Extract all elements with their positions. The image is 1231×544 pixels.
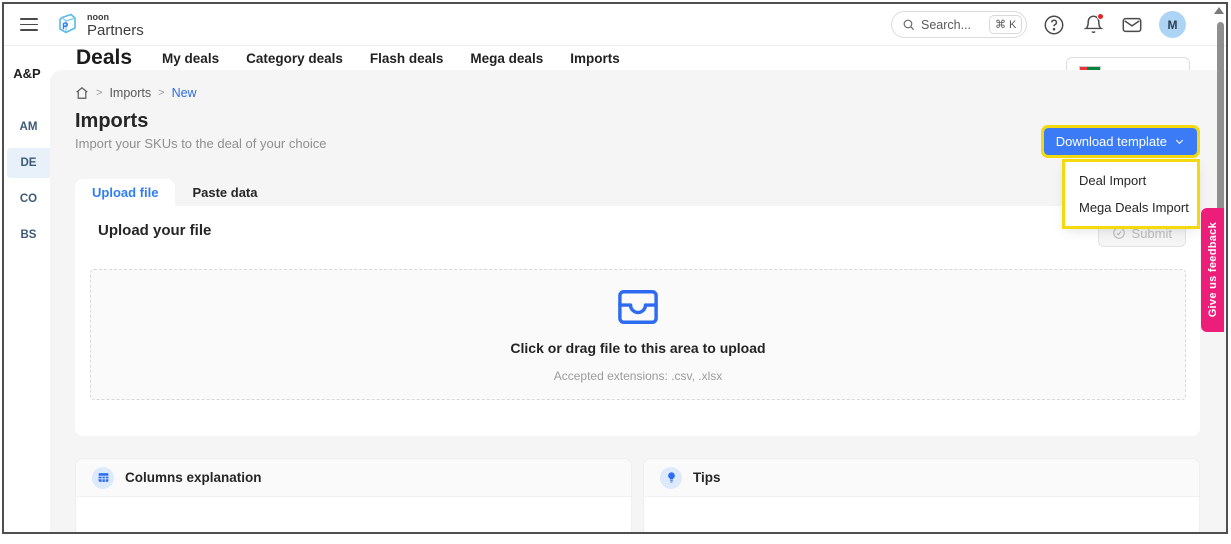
check-circle-icon [1112, 226, 1126, 240]
tab-paste-data[interactable]: Paste data [175, 179, 274, 206]
nav-link-flash-deals[interactable]: Flash deals [370, 51, 444, 66]
download-template-button[interactable]: Download template [1044, 128, 1197, 155]
noon-partners-logo[interactable]: noon Partners [54, 11, 144, 38]
inbox-icon [615, 287, 661, 327]
upload-panel: Upload your file Submit [75, 206, 1200, 436]
nav-link-my-deals[interactable]: My deals [162, 51, 219, 66]
breadcrumb-imports[interactable]: Imports [109, 86, 151, 100]
tab-upload-file[interactable]: Upload file [75, 179, 175, 206]
card-title: Columns explanation [125, 470, 262, 485]
sidebar-item-de[interactable]: DE [7, 148, 50, 178]
bulb-icon [660, 467, 682, 489]
panel-heading: Upload your file [98, 222, 1186, 239]
section-title: Deals [76, 46, 132, 70]
card-header[interactable]: Tips [644, 459, 1199, 497]
download-template-menu: Deal Import Mega Deals Import [1065, 162, 1197, 226]
scrollbar-up-arrow[interactable] [1214, 7, 1224, 14]
search-box[interactable]: ⌘ K [891, 11, 1027, 38]
hamburger-menu-icon[interactable] [20, 18, 38, 30]
notifications-bell-icon[interactable] [1081, 13, 1105, 37]
search-input[interactable] [921, 18, 983, 32]
table-icon [92, 467, 114, 489]
dropzone-hint: Accepted extensions: .csv, .xlsx [554, 369, 723, 383]
nav-link-mega-deals[interactable]: Mega deals [470, 51, 543, 66]
search-icon [902, 18, 915, 31]
app-window: noon Partners ⌘ K [2, 2, 1228, 534]
sidebar-item-am[interactable]: AM [7, 112, 50, 142]
imports-page: > Imports > New Imports Import your SKUs… [50, 70, 1226, 534]
breadcrumb-new: New [172, 86, 197, 100]
user-avatar[interactable]: M [1159, 11, 1186, 38]
sidebar-header-label: A&P [4, 46, 50, 100]
dropzone-text: Click or drag file to this area to uploa… [510, 340, 765, 356]
brand-noon: noon [87, 13, 144, 22]
search-shortcut-badge: ⌘ K [989, 15, 1022, 34]
noon-logo-icon [54, 11, 81, 38]
columns-explanation-card: Columns explanation [75, 458, 632, 534]
menu-item-mega-deals-import[interactable]: Mega Deals Import [1065, 194, 1197, 221]
give-feedback-tab[interactable]: Give us feedback [1201, 208, 1224, 332]
page-subtitle: Import your SKUs to the deal of your cho… [75, 136, 1200, 151]
topbar: noon Partners ⌘ K [4, 4, 1226, 46]
nav-link-category-deals[interactable]: Category deals [246, 51, 343, 66]
card-title: Tips [693, 470, 721, 485]
sidebar-item-co[interactable]: CO [7, 184, 50, 214]
menu-item-deal-import[interactable]: Deal Import [1065, 167, 1197, 194]
import-tabs: Upload file Paste data [75, 179, 1200, 206]
mail-icon[interactable] [1120, 13, 1144, 37]
card-header[interactable]: Columns explanation [76, 459, 631, 497]
deals-nav-bar: Deals My deals Category deals Flash deal… [50, 46, 1226, 70]
brand-partners: Partners [87, 23, 144, 38]
left-sidebar: A&P AM DE CO BS [4, 46, 50, 534]
page-title: Imports [75, 110, 1200, 133]
sidebar-item-bs[interactable]: BS [7, 220, 50, 250]
tips-card: Tips [643, 458, 1200, 534]
notification-badge [1097, 13, 1104, 20]
file-dropzone[interactable]: Click or drag file to this area to uploa… [90, 269, 1186, 400]
nav-link-imports[interactable]: Imports [570, 51, 620, 66]
help-icon[interactable] [1042, 13, 1066, 37]
breadcrumb: > Imports > New [75, 84, 1200, 102]
home-icon[interactable] [75, 86, 89, 100]
chevron-down-icon [1174, 136, 1185, 147]
